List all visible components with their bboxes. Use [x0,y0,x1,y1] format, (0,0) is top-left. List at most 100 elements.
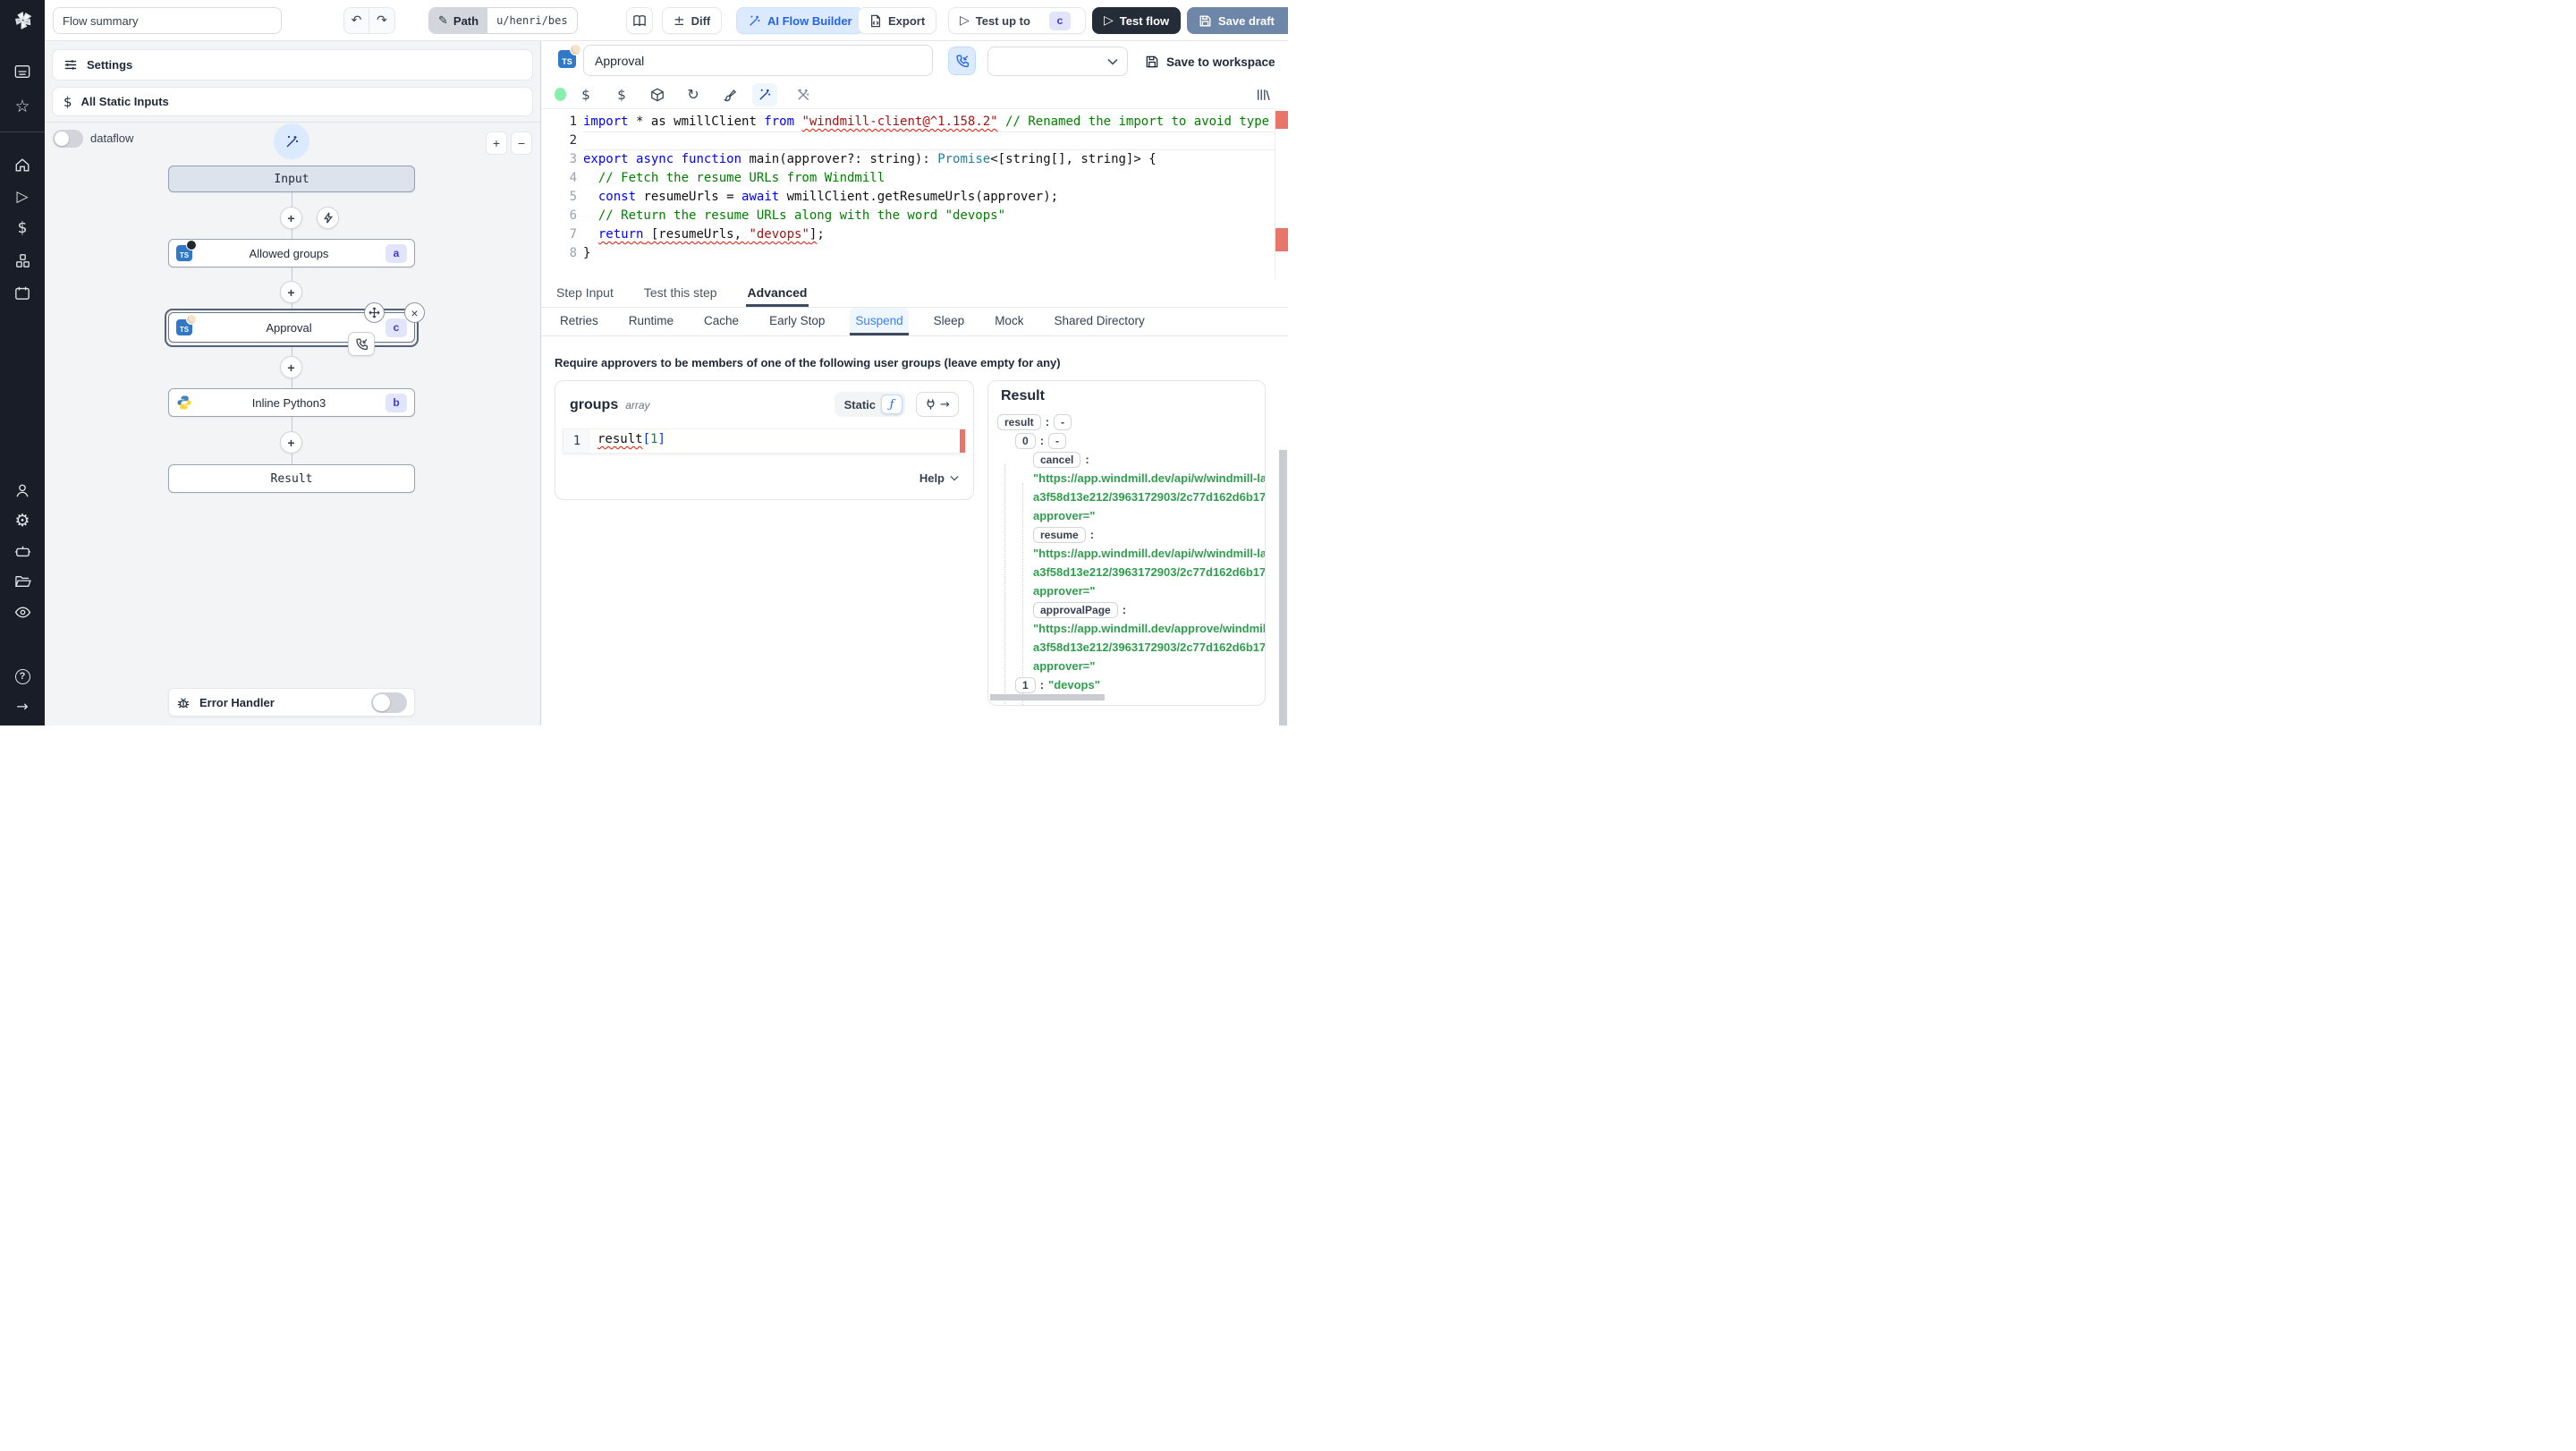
collapse-chip[interactable]: - [1048,432,1067,449]
dataflow-toggle[interactable] [53,130,83,148]
result-tree-line: approver=" [988,581,1265,600]
lsp-status-dot [555,88,566,101]
diff-button[interactable]: ± Diff [662,7,723,34]
connect-input-button[interactable]: → [916,392,959,417]
windmill-logo[interactable] [0,7,45,32]
wand-off-icon [797,89,809,100]
add-step-button[interactable]: + [280,207,302,229]
user-icon[interactable] [0,478,45,503]
result-key-chip[interactable]: result [997,413,1041,430]
add-step-button[interactable]: + [280,431,302,454]
tab-sleep[interactable]: Sleep [928,308,970,335]
move-node-button[interactable] [364,302,385,323]
star-icon[interactable]: ☆ [0,94,45,119]
tab-advanced[interactable]: Advanced [745,280,809,307]
save-draft-button[interactable]: Save draft [1187,7,1288,34]
export-button[interactable]: Export [858,7,937,34]
suspend-approval-indicator[interactable] [348,332,375,356]
tab-suspend[interactable]: Suspend [850,308,909,335]
horizontal-scrollbar[interactable] [990,694,1105,700]
result-url-text: "https://app.windmill.dev/approve/windmi… [1033,622,1265,635]
flow-summary-input[interactable] [53,7,282,34]
step-name-input[interactable] [583,45,933,76]
docs-button[interactable] [626,7,653,34]
package-button[interactable] [645,83,670,106]
test-flow-button[interactable]: ▷ Test flow [1092,7,1182,34]
format-button[interactable] [716,83,741,106]
schedules-icon[interactable] [0,280,45,305]
tab-mock[interactable]: Mock [989,308,1029,335]
path-edit-segment[interactable]: ✎ Path [429,8,488,33]
result-key-chip[interactable]: 1 [1015,676,1036,693]
tab-early-stop[interactable]: Early Stop [764,308,830,335]
tab-runtime[interactable]: Runtime [623,308,679,335]
result-tree: result: -0: - cancel: "https://app.windmill.… [988,412,1265,694]
help-dropdown[interactable]: Help [919,471,959,485]
tab-shared-directory[interactable]: Shared Directory [1048,308,1149,335]
function-mode-icon[interactable]: ƒ [881,395,902,414]
variables-icon[interactable]: $ [0,216,45,241]
audit-icon[interactable] [0,599,45,624]
flow-node-input[interactable]: Input [168,165,415,192]
collapse-icon[interactable]: → [0,694,45,719]
redo-button[interactable]: ↷ [369,8,394,33]
add-trigger-button[interactable] [317,207,339,229]
resources-button[interactable]: $ [609,83,634,106]
error-handler-toggle[interactable] [371,692,407,713]
tag-select[interactable] [987,47,1128,76]
ai-disabled-button[interactable] [791,83,816,106]
workspace-icon[interactable] [0,59,45,84]
path-control[interactable]: ✎ Path u/henri/bes [428,7,578,34]
tab-retries[interactable]: Retries [555,308,604,335]
code-line: // Return the resume URLs along with the… [583,208,1006,223]
ai-assistant-button[interactable] [752,82,777,106]
static-toggle[interactable]: Static ƒ [834,392,905,417]
ai-flow-builder-button[interactable]: AI Flow Builder [736,7,864,34]
resources-icon[interactable] [0,248,45,273]
gear-icon[interactable]: ⚙ [0,508,45,533]
reload-button[interactable]: ↻ [681,83,706,106]
all-static-inputs-button[interactable]: $ All Static Inputs [52,87,533,116]
undo-button[interactable]: ↶ [344,8,369,33]
expression-content[interactable]: result[1] [597,432,665,446]
folders-icon[interactable] [0,569,45,594]
result-key-chip[interactable]: cancel [1033,451,1081,468]
code-content[interactable]: import * as wmillClient from "windmill-c… [583,113,1275,263]
test-up-to-button[interactable]: ▷ Test up to c [948,7,1086,34]
hub-author-avatar [570,44,581,55]
add-step-button[interactable]: + [280,281,302,303]
code-line: export async function main(approver?: st… [583,152,1157,166]
home-icon[interactable] [0,152,45,177]
flow-node-inline-python[interactable]: Inline Python3 b [168,388,415,417]
result-key-chip[interactable]: resume [1033,526,1086,543]
save-to-workspace-button[interactable]: Save to workspace [1145,50,1275,73]
vertical-scrollbar[interactable] [1279,450,1287,726]
code-editor[interactable]: 1 2 3 4 5 6 7 8 import * as wmillClient from "w… [541,108,1288,280]
wand-sparkles-icon [759,89,771,100]
file-export-icon [870,14,881,27]
runs-icon[interactable]: ▷ [0,184,45,209]
result-key-chip[interactable]: 0 [1015,432,1036,449]
suspend-enabled-button[interactable] [948,47,976,75]
flow-node-result[interactable]: Result [168,464,415,493]
library-button[interactable] [1250,83,1275,106]
workers-icon[interactable] [0,539,45,564]
flow-ai-wand-button[interactable] [274,123,309,159]
add-step-button[interactable]: + [280,356,302,378]
zoom-in-button[interactable]: + [486,132,507,155]
help-icon[interactable]: ? [0,664,45,689]
windmill-flow-editor: ☆ ▷ $ ⚙ ? → ↶ ↷ [0,0,1288,726]
tab-cache[interactable]: Cache [699,308,744,335]
delete-node-button[interactable]: × [404,302,425,323]
result-key-chip[interactable]: approvalPage [1033,601,1118,618]
flow-settings-button[interactable]: Settings [52,49,533,81]
error-handler-row[interactable]: Error Handler [168,688,415,717]
tab-test-this-step[interactable]: Test this step [642,280,719,307]
flow-node-allowed-groups[interactable]: TS Allowed groups a [168,239,415,267]
zoom-out-button[interactable]: − [511,132,532,155]
collapse-chip[interactable]: - [1054,413,1072,430]
tab-step-input[interactable]: Step Input [555,280,615,307]
variables-button[interactable]: $ [573,83,598,106]
groups-expression-editor[interactable]: 1 result[1] [563,429,966,454]
phone-incoming-icon [355,338,368,351]
